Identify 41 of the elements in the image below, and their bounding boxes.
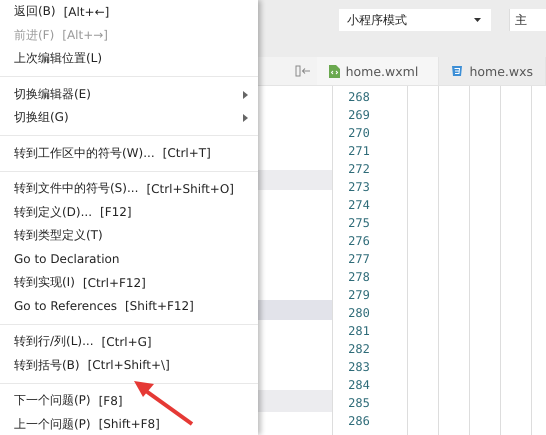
- menu-item[interactable]: 下一个问题(P) [F8]: [0, 389, 258, 412]
- line-number: 286: [348, 413, 370, 430]
- line-number: 274: [348, 197, 370, 214]
- line-number: 277: [348, 251, 370, 268]
- menu-item[interactable]: 转到定义(D)... [F12]: [0, 200, 258, 224]
- menu-item[interactable]: 上次编辑位置(L): [0, 47, 258, 70]
- menu-item[interactable]: 切换编辑器(E): [0, 82, 258, 106]
- menu-item[interactable]: 上一个问题(P) [Shift+F8]: [0, 412, 258, 435]
- editor-tab[interactable]: home.wxs: [439, 57, 546, 85]
- line-number: 284: [348, 377, 370, 394]
- line-number: 270: [348, 125, 370, 142]
- mode-dropdown[interactable]: 小程序模式: [339, 9, 491, 31]
- menu-item[interactable]: 切换组(G): [0, 106, 258, 130]
- line-number: 281: [348, 323, 370, 340]
- menu-item[interactable]: 转到括号(B) [Ctrl+Shift+\]: [0, 354, 258, 377]
- menu-item[interactable]: Go to References [Shift+F12]: [0, 294, 258, 318]
- menu-item[interactable]: 转到类型定义(T): [0, 224, 258, 248]
- line-number: 285: [348, 395, 370, 412]
- menu-item[interactable]: Go to Declaration: [0, 248, 258, 271]
- menu-item[interactable]: 转到文件中的符号(S)... [Ctrl+Shift+O]: [0, 177, 258, 200]
- line-number: 276: [348, 233, 370, 250]
- menu-item[interactable]: 转到行/列(L)... [Ctrl+G]: [0, 330, 258, 354]
- line-number: 275: [348, 215, 370, 232]
- menu-item[interactable]: 转到实现(I) [Ctrl+F12]: [0, 271, 258, 294]
- line-number: 271: [348, 143, 370, 160]
- line-number: 280: [348, 305, 370, 322]
- caret-icon: [474, 18, 481, 22]
- line-number: 273: [348, 179, 370, 196]
- dropdown[interactable]: 主: [509, 9, 546, 31]
- line-number: 268: [348, 89, 370, 106]
- collapse-icon[interactable]: [294, 65, 311, 77]
- line-number: 282: [348, 341, 370, 358]
- line-number: 279: [348, 287, 370, 304]
- menu-item[interactable]: 返回(B) [Alt+←]: [0, 0, 258, 24]
- menu-item[interactable]: 转到工作区中的符号(W)... [Ctrl+T]: [0, 142, 258, 165]
- line-number: 272: [348, 161, 370, 178]
- css-icon: [451, 65, 464, 77]
- file-icon: [328, 64, 340, 78]
- line-number: 278: [348, 269, 370, 286]
- line-number: 269: [348, 107, 370, 124]
- line-number: 283: [348, 359, 370, 376]
